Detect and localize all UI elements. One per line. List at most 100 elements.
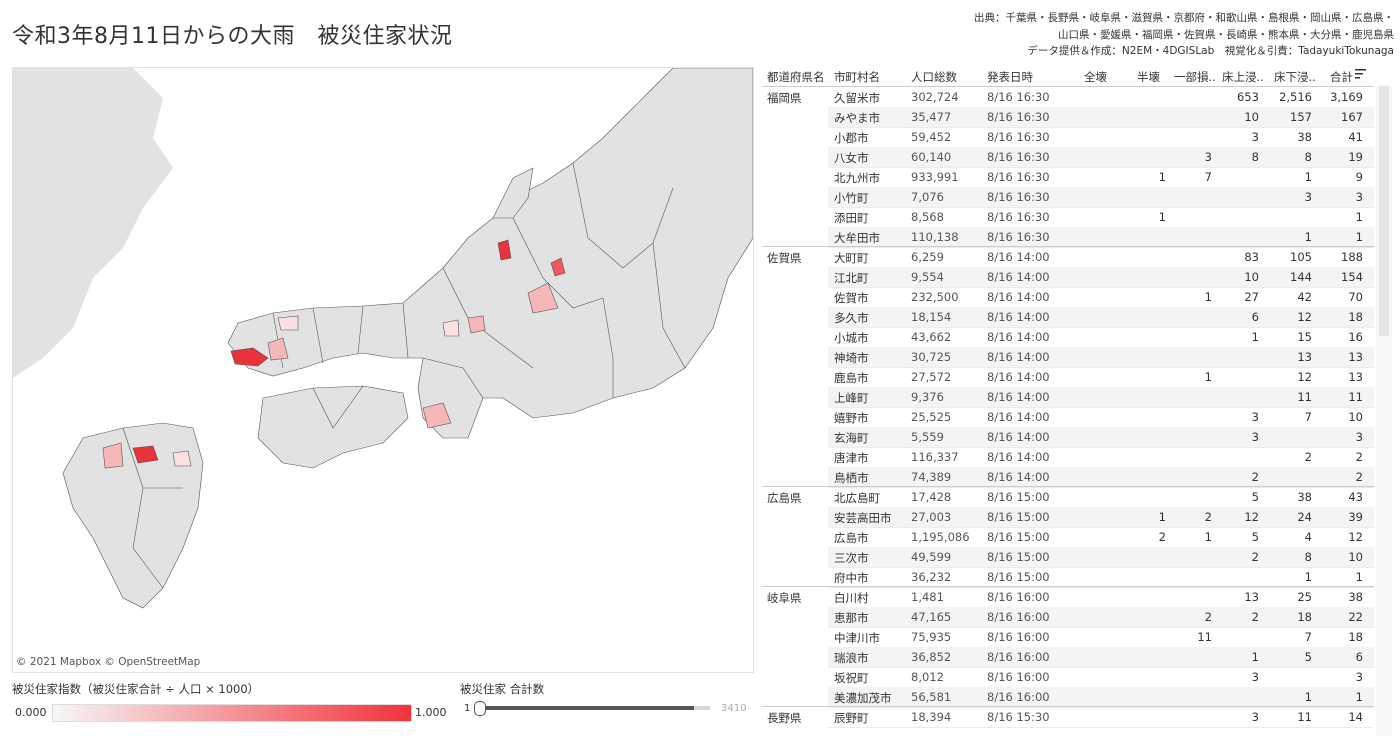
table-cell: 8/16 16:00 — [987, 670, 1050, 684]
table-row[interactable]: 府中市 36,232 8/16 15:00 1 1 — [828, 567, 1374, 588]
table-cell: 8/16 16:30 — [987, 150, 1050, 164]
table-cell: 1 — [1304, 230, 1312, 244]
table-cell: 56,581 — [911, 690, 952, 704]
table-cell: 美濃加茂市 — [834, 691, 892, 705]
table-row[interactable]: 添田町 8,568 8/16 16:30 1 1 — [828, 207, 1374, 228]
range-slider-track[interactable] — [478, 706, 710, 710]
table-header: 都道府県名 市町村名 人口総数 発表日時 全壊 半壊 一部損.. 床上浸.. 床… — [762, 66, 1374, 87]
table-cell: 12 — [1297, 310, 1312, 324]
table-cell: 17,428 — [911, 490, 952, 504]
table-cell: 41 — [1348, 130, 1363, 144]
table-row[interactable]: 白川村 1,481 8/16 16:00 13 25 38 — [828, 587, 1374, 608]
table-row[interactable]: 北広島町 17,428 8/16 15:00 5 38 43 — [828, 487, 1374, 508]
table-row[interactable]: 三次市 49,599 8/16 15:00 2 8 10 — [828, 547, 1374, 568]
table-cell: 154 — [1341, 270, 1363, 284]
header-above-floor[interactable]: 床上浸.. — [1222, 69, 1264, 85]
header-below-floor[interactable]: 床下浸.. — [1274, 69, 1316, 85]
header-partial-damage[interactable]: 一部損.. — [1174, 69, 1216, 85]
table-cell: 39 — [1348, 510, 1363, 524]
table-cell: みやま市 — [834, 111, 880, 125]
header-population[interactable]: 人口総数 — [911, 69, 957, 85]
table-row[interactable]: 玄海町 5,559 8/16 14:00 3 3 — [828, 427, 1374, 448]
table-cell: 8/16 14:00 — [987, 370, 1050, 384]
range-slider-fill — [478, 706, 694, 710]
table-cell: 9 — [1355, 170, 1363, 184]
table-cell: 1 — [1158, 210, 1166, 224]
table-cell: 3 — [1204, 150, 1212, 164]
table-cell: 6,259 — [911, 250, 944, 264]
header-municipality[interactable]: 市町村名 — [834, 69, 880, 85]
table-row[interactable]: 美濃加茂市 56,581 8/16 16:00 1 1 — [828, 687, 1374, 708]
table-cell: 3 — [1251, 710, 1259, 724]
table-row[interactable]: 久留米市 302,724 8/16 16:30 653 2,516 3,169 — [828, 87, 1374, 108]
table-row[interactable]: 唐津市 116,337 8/16 14:00 2 2 — [828, 447, 1374, 468]
table-row[interactable]: 神埼市 30,725 8/16 14:00 13 13 — [828, 347, 1374, 368]
prefecture-cell[interactable]: 福岡県 — [767, 90, 802, 106]
table-cell: 江北町 — [834, 271, 869, 285]
table-row[interactable]: 嬉野市 25,525 8/16 14:00 3 7 10 — [828, 407, 1374, 428]
table-cell: 22 — [1348, 610, 1363, 624]
table-cell: 8 — [1304, 550, 1312, 564]
table-cell: 大町町 — [834, 251, 869, 265]
table-row[interactable]: 八女市 60,140 8/16 16:30 3 8 8 19 — [828, 147, 1374, 168]
table-cell: 恵那市 — [834, 611, 869, 625]
prefecture-cell[interactable]: 長野県 — [767, 710, 802, 726]
prefecture-cell[interactable]: 広島県 — [767, 490, 802, 506]
table-row[interactable]: 中津川市 75,935 8/16 16:00 11 7 18 — [828, 627, 1374, 648]
range-slider-handle[interactable] — [474, 701, 486, 716]
prefecture-cell[interactable]: 岐阜県 — [767, 590, 802, 606]
table-cell: 13 — [1244, 590, 1259, 604]
table-row[interactable]: 小城市 43,662 8/16 14:00 1 15 16 — [828, 327, 1374, 348]
table-cell: 2 — [1251, 470, 1259, 484]
legend-min-label: 0.000 — [15, 706, 47, 719]
table-cell: 8/16 14:00 — [987, 430, 1050, 444]
table-cell: 27 — [1244, 290, 1259, 304]
japan-map[interactable] — [12, 67, 754, 673]
table-row[interactable]: みやま市 35,477 8/16 16:30 10 157 167 — [828, 107, 1374, 128]
table-cell: 18 — [1297, 610, 1312, 624]
sort-icon[interactable] — [1355, 68, 1367, 83]
table-row[interactable]: 広島市 1,195,086 8/16 15:00 2 1 5 4 12 — [828, 527, 1374, 548]
table-row[interactable]: 鹿島市 27,572 8/16 14:00 1 12 13 — [828, 367, 1374, 388]
table-row[interactable]: 上峰町 9,376 8/16 14:00 11 11 — [828, 387, 1374, 408]
table-cell: 小郡市 — [834, 131, 869, 145]
table-row[interactable]: 坂祝町 8,012 8/16 16:00 3 3 — [828, 667, 1374, 688]
table-row[interactable]: 佐賀市 232,500 8/16 14:00 1 27 42 70 — [828, 287, 1374, 308]
table-row[interactable]: 江北町 9,554 8/16 14:00 10 144 154 — [828, 267, 1374, 288]
table-row[interactable]: 辰野町 18,394 8/16 15:30 3 11 14 — [828, 707, 1374, 728]
table-cell: 小竹町 — [834, 191, 869, 205]
table-row[interactable]: 安芸高田市 27,003 8/16 15:00 1 2 12 24 39 — [828, 507, 1374, 528]
table-cell: 18,394 — [911, 710, 952, 724]
header-announce-time[interactable]: 発表日時 — [987, 69, 1033, 85]
table-row[interactable]: 多久市 18,154 8/16 14:00 6 12 18 — [828, 307, 1374, 328]
header-total[interactable]: 合計 — [1330, 69, 1353, 85]
table-row[interactable]: 瑞浪市 36,852 8/16 16:00 1 5 6 — [828, 647, 1374, 668]
table-cell: 3,169 — [1330, 90, 1363, 104]
table-row[interactable]: 大町町 6,259 8/16 14:00 83 105 188 — [828, 247, 1374, 268]
table-cell: 49,599 — [911, 550, 952, 564]
table-cell: 3 — [1251, 670, 1259, 684]
scrollbar-thumb[interactable] — [1379, 86, 1389, 336]
table-cell: 坂祝町 — [834, 671, 869, 685]
table-cell: 8/16 15:00 — [987, 570, 1050, 584]
table-cell: 1 — [1304, 690, 1312, 704]
table-row[interactable]: 小郡市 59,452 8/16 16:30 3 38 41 — [828, 127, 1374, 148]
table-scrollbar[interactable] — [1376, 86, 1392, 736]
table-row[interactable]: 鳥栖市 74,389 8/16 14:00 2 2 — [828, 467, 1374, 488]
table-cell: 8/16 16:30 — [987, 90, 1050, 104]
table-row[interactable]: 大牟田市 110,138 8/16 16:30 1 1 — [828, 227, 1374, 248]
prefecture-cell[interactable]: 佐賀県 — [767, 250, 802, 266]
header-prefecture[interactable]: 都道府県名 — [767, 69, 825, 85]
map-canvas[interactable] — [13, 68, 753, 672]
table-cell: 鳥栖市 — [834, 471, 869, 485]
table-cell: 14 — [1348, 710, 1363, 724]
header-total-collapse[interactable]: 全壊 — [1084, 69, 1107, 85]
table-cell: 232,500 — [911, 290, 959, 304]
table-cell: 42 — [1297, 290, 1312, 304]
table-row[interactable]: 小竹町 7,076 8/16 16:30 3 3 — [828, 187, 1374, 208]
table-row[interactable]: 恵那市 47,165 8/16 16:00 2 2 18 22 — [828, 607, 1374, 628]
table-row[interactable]: 北九州市 933,991 8/16 16:30 1 7 1 9 — [828, 167, 1374, 188]
table-cell: 7,076 — [911, 190, 944, 204]
header-half-collapse[interactable]: 半壊 — [1137, 69, 1160, 85]
table-cell: 添田町 — [834, 211, 869, 225]
